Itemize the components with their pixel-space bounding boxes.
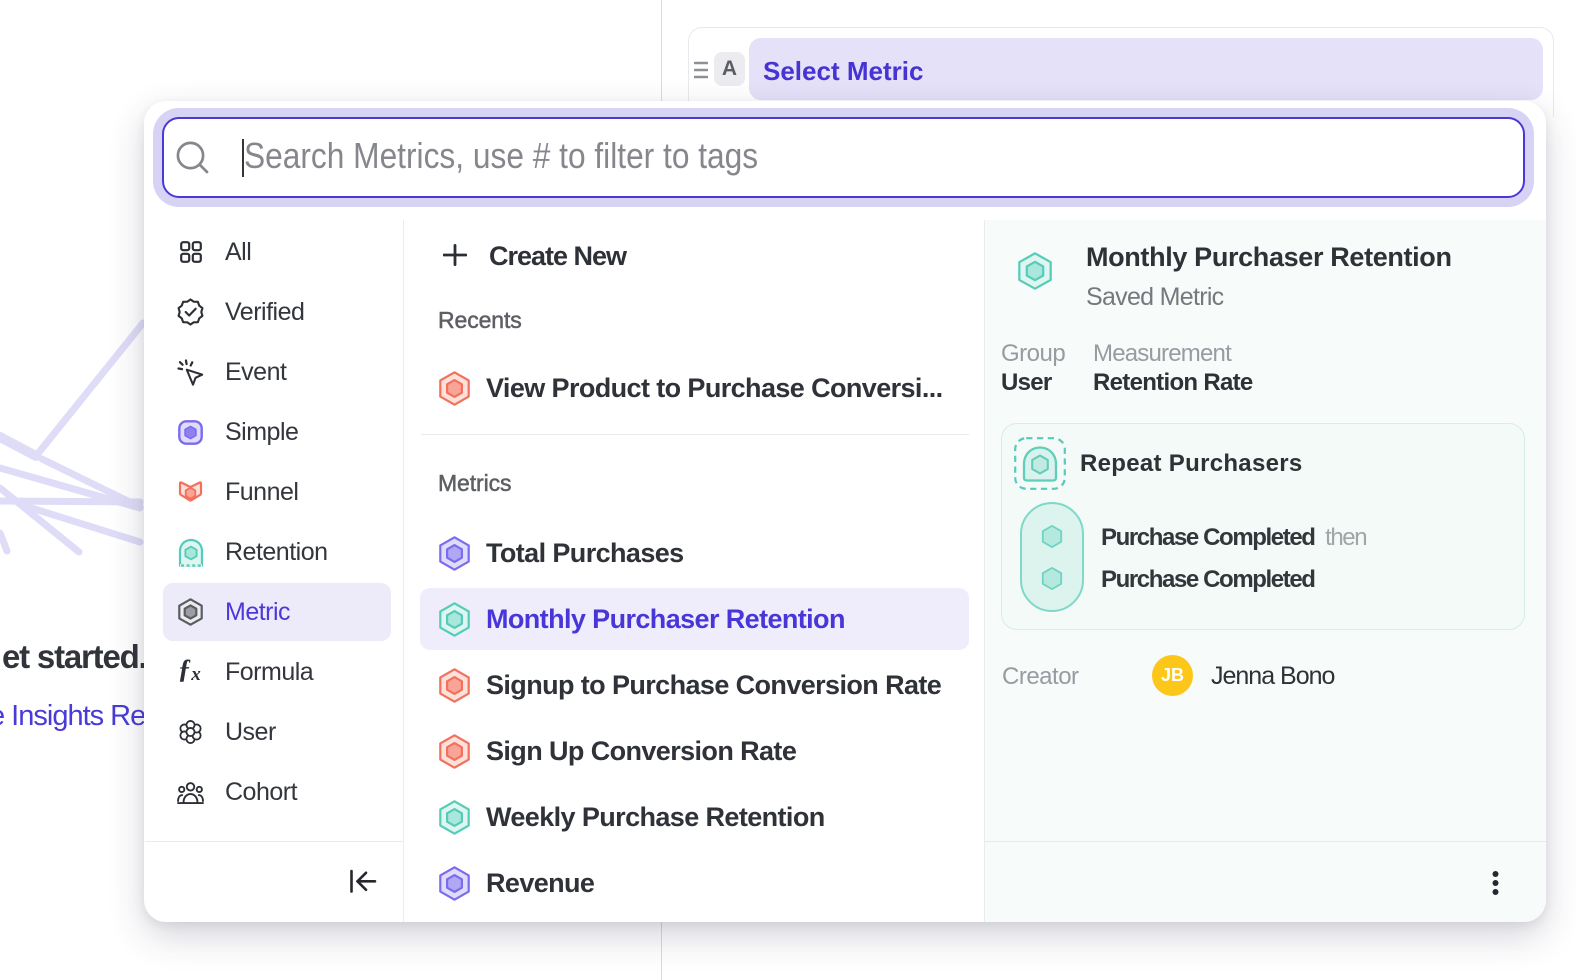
svg-text:x: x xyxy=(190,664,201,685)
svg-text:ƒ: ƒ xyxy=(178,654,192,684)
